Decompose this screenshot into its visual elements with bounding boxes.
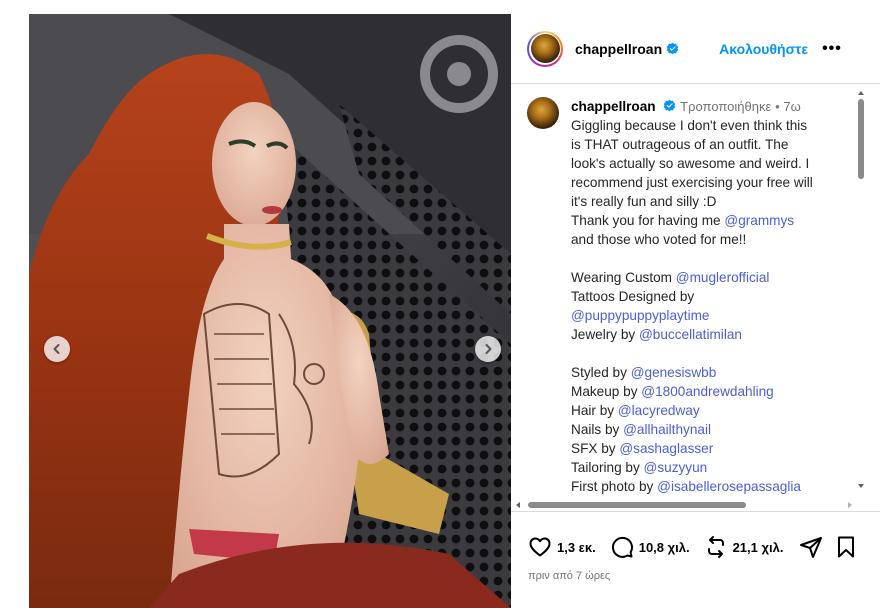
mention-link[interactable]: @lacyredway <box>618 403 700 418</box>
comments-section: chappellroan Τροποποιήθηκε • 7ω Giggling… <box>511 85 880 509</box>
follow-button[interactable]: Ακολουθήστε <box>719 41 808 57</box>
previous-photo-button[interactable] <box>44 336 70 362</box>
avatar <box>530 34 560 63</box>
paper-plane-icon <box>800 537 823 558</box>
credit-prefix: First photo by <box>571 479 658 494</box>
wearing-text: Wearing Custom <box>571 270 676 285</box>
mention-link[interactable]: @sashaglasser <box>619 441 713 456</box>
credit-prefix: Nails by <box>571 422 624 437</box>
repost-button[interactable]: 21,1 χιλ. <box>704 535 784 559</box>
caption-age[interactable]: 7ω <box>783 99 800 114</box>
mention-link[interactable]: @allhailthynail <box>623 422 711 437</box>
caption-username[interactable]: chappellroan <box>571 99 656 114</box>
caption-line: recommend just exercising your free will <box>571 175 813 190</box>
credit-prefix: Styled by <box>571 365 631 380</box>
caption-avatar[interactable] <box>527 97 559 129</box>
mention-link[interactable]: @genesiswbb <box>631 365 717 380</box>
verified-badge-icon <box>664 99 676 112</box>
comment-count[interactable]: 10,8 χιλ. <box>639 540 690 555</box>
mention-link[interactable]: @puppypuppyplaytime <box>571 308 710 323</box>
mention-link[interactable]: @suzyyun <box>644 460 708 475</box>
credit-prefix: Tailoring by <box>571 460 644 475</box>
caption-line: Tattoos Designed by <box>571 289 695 304</box>
credit-prefix: Hair by <box>571 403 618 418</box>
like-count[interactable]: 1,3 εκ. <box>557 540 596 555</box>
heart-icon <box>529 537 551 557</box>
post-details-panel: chappellroan Ακολουθήστε ••• chappellroa… <box>511 14 880 608</box>
edited-label: Τροποποιήθηκε <box>680 99 772 114</box>
repost-count[interactable]: 21,1 χιλ. <box>733 540 784 555</box>
mention-link[interactable]: @isabellerosepassaglia <box>657 479 801 494</box>
chevron-left-icon <box>53 344 60 354</box>
jewelry-text: Jewelry by <box>571 327 639 342</box>
like-button[interactable]: 1,3 εκ. <box>528 535 596 559</box>
caption-line: Giggling because I don't even think this <box>571 118 808 133</box>
horizontal-scrollbar[interactable] <box>514 499 857 511</box>
thanks-text: Thank you for having me <box>571 213 725 228</box>
mention-link[interactable]: @buccellatimilan <box>639 327 742 342</box>
actions-section: 1,3 εκ. 10,8 χιλ. 21,1 χιλ. πριν από 7 ώ… <box>511 511 880 582</box>
post-photo <box>29 14 511 608</box>
caption-line: look's actually so awesome and weird. I <box>571 156 810 171</box>
verified-badge-icon <box>666 42 679 55</box>
credit-prefix: Makeup by <box>571 384 642 399</box>
bookmark-icon <box>838 536 855 558</box>
caption-line: is THAT outrageous of an outfit. The <box>571 137 789 152</box>
chevron-right-icon <box>485 344 492 354</box>
caption-line: it's really fun and silly :D <box>571 194 717 209</box>
comment-bubble-icon <box>611 536 633 558</box>
story-ring[interactable] <box>527 30 563 67</box>
mention-link[interactable]: @1800andrewdahling <box>641 384 773 399</box>
action-buttons: 1,3 εκ. 10,8 χιλ. 21,1 χιλ. <box>511 512 880 564</box>
comment-button[interactable]: 10,8 χιλ. <box>610 535 690 559</box>
meta-separator: • <box>775 99 780 114</box>
post-header: chappellroan Ακολουθήστε ••• <box>511 14 880 84</box>
vertical-scrollbar[interactable] <box>855 89 867 489</box>
more-options-button[interactable]: ••• <box>822 40 842 58</box>
scrollbar-thumb[interactable] <box>528 502 746 508</box>
post-timestamp[interactable]: πριν από 7 ώρες <box>511 570 880 582</box>
scrollbar-thumb[interactable] <box>858 99 864 179</box>
share-button[interactable] <box>799 535 823 559</box>
caption-line: and those who voted for me!! <box>571 232 747 247</box>
next-photo-button[interactable] <box>475 336 501 362</box>
credit-prefix: SFX by <box>571 441 620 456</box>
author-username[interactable]: chappellroan <box>575 41 662 57</box>
repost-icon <box>707 536 724 558</box>
mention-link[interactable]: @muglerofficial <box>676 270 770 285</box>
mention-link[interactable]: @grammys <box>724 213 794 228</box>
post-image <box>29 14 511 608</box>
save-button[interactable] <box>835 535 857 559</box>
caption: chappellroan Τροποποιήθηκε • 7ω Giggling… <box>527 97 843 496</box>
caption-text: chappellroan Τροποποιήθηκε • 7ω Giggling… <box>571 97 843 496</box>
